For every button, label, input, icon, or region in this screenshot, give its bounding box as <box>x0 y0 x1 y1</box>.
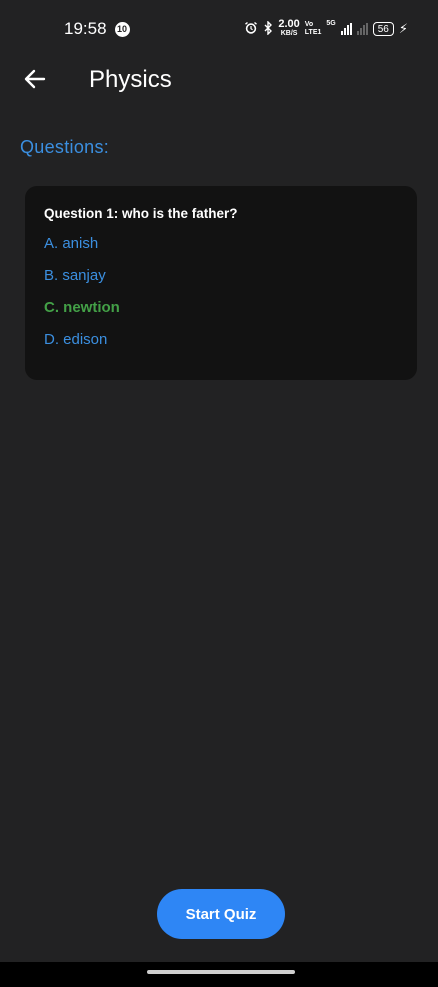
battery-icon: 56 <box>372 22 394 36</box>
volte-top: Vo <box>304 21 314 28</box>
battery-level: 56 <box>377 23 389 35</box>
signal-2-icon <box>356 23 368 35</box>
navigation-bar <box>0 962 438 987</box>
status-left: 19:58 10 <box>64 19 130 39</box>
bolt-icon: ⚡︎ <box>398 21 408 36</box>
questions-heading: Questions: <box>20 137 110 157</box>
alarm-icon <box>244 21 258 38</box>
volte-indicator: Vo LTE1 <box>305 21 322 37</box>
back-button[interactable] <box>22 68 48 94</box>
net-speed: 2.00 KB/S <box>278 18 300 38</box>
option-a[interactable]: A. anish <box>44 235 398 253</box>
status-bar: 19:58 10 2.00 KB/S Vo LTE1 5G 56 ⚡︎ <box>0 0 438 58</box>
option-b[interactable]: B. sanjay <box>44 267 398 285</box>
page-title: Physics <box>89 66 172 93</box>
question-card: Question 1: who is the father? A. anish … <box>25 186 417 380</box>
net-speed-unit: KB/S <box>280 30 298 37</box>
question-text: Question 1: who is the father? <box>44 206 238 221</box>
option-c-correct[interactable]: C. newtion <box>44 299 398 317</box>
net-speed-value: 2.00 <box>278 18 300 30</box>
bluetooth-icon <box>263 19 273 38</box>
arrow-left-icon <box>24 69 46 94</box>
volte-bottom: LTE1 <box>304 29 322 36</box>
notification-badge: 10 <box>114 21 130 37</box>
option-d[interactable]: D. edison <box>44 331 398 349</box>
app-bar: Physics <box>0 58 438 104</box>
status-time: 19:58 <box>64 19 107 38</box>
network-type: 5G <box>326 20 336 27</box>
home-indicator[interactable] <box>147 970 295 974</box>
signal-icon <box>340 23 352 35</box>
start-quiz-button[interactable]: Start Quiz <box>157 889 285 939</box>
status-icons: 2.00 KB/S Vo LTE1 5G 56 ⚡︎ <box>244 18 408 38</box>
